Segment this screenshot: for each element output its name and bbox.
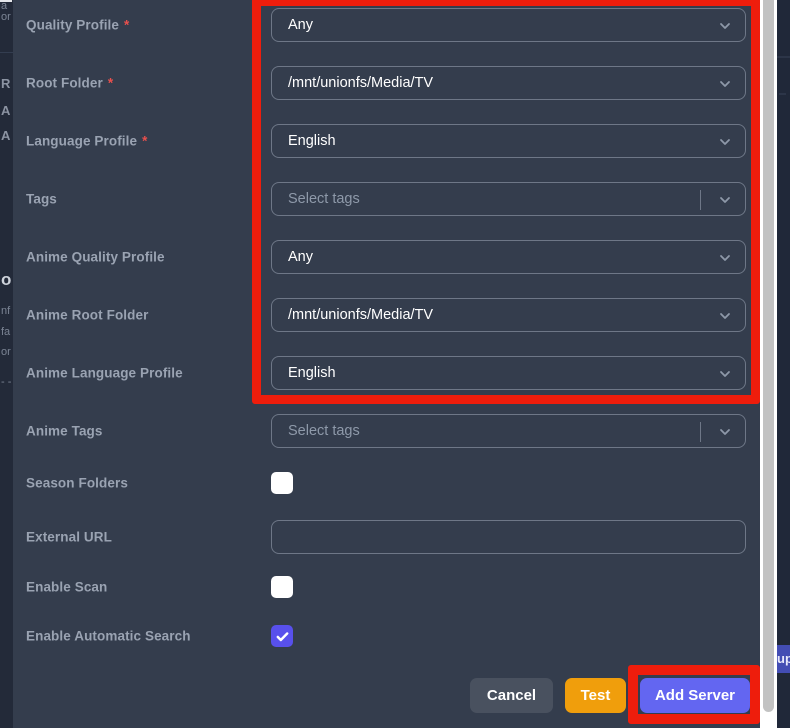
required-asterisk: * — [124, 17, 130, 33]
anime-root-folder-row: Anime Root Folder /mnt/unionfs/Media/TV — [13, 298, 760, 332]
scrollbar-track[interactable] — [760, 0, 777, 728]
background-text-fragment: o — [1, 270, 12, 289]
anime-quality-profile-value: Any — [288, 249, 313, 265]
anime-quality-profile-label: Anime Quality Profile — [26, 249, 165, 265]
scrollbar-thumb[interactable] — [763, 0, 774, 712]
enable-automatic-search-label: Enable Automatic Search — [26, 628, 191, 644]
background-divider — [0, 52, 13, 53]
background-text-fragment: A — [1, 128, 11, 143]
chevron-down-icon — [720, 255, 730, 261]
anime-quality-profile-row: Anime Quality Profile Any — [13, 240, 760, 274]
anime-quality-profile-select[interactable]: Any — [271, 240, 746, 274]
background-text-fragment: or — [1, 346, 11, 358]
enable-automatic-search-checkbox[interactable] — [271, 625, 293, 647]
root-folder-select[interactable]: /mnt/unionfs/Media/TV — [271, 66, 746, 100]
root-folder-label: Root Folder * — [26, 75, 114, 91]
cancel-button[interactable]: Cancel — [470, 678, 553, 713]
chevron-down-icon — [720, 197, 730, 203]
chevron-down-icon — [720, 23, 730, 29]
season-folders-checkbox[interactable] — [271, 472, 293, 494]
required-asterisk: * — [107, 75, 114, 91]
tags-label: Tags — [26, 191, 57, 207]
external-url-row: External URL — [13, 520, 760, 554]
add-sonarr-server-form: Quality Profile * Any Root Folder * /mnt/u… — [13, 0, 760, 728]
language-profile-label: Language Profile * — [26, 133, 148, 149]
enable-scan-checkbox[interactable] — [271, 576, 293, 598]
background-page-right-sliver: up — [777, 0, 790, 728]
anime-root-folder-select[interactable]: /mnt/unionfs/Media/TV — [271, 298, 746, 332]
test-button[interactable]: Test — [565, 678, 626, 713]
enable-scan-label: Enable Scan — [26, 579, 108, 595]
language-profile-value: English — [288, 133, 336, 149]
language-profile-row: Language Profile * English — [13, 124, 760, 158]
anime-language-profile-label: Anime Language Profile — [26, 365, 183, 381]
background-text-fragment: nf — [1, 305, 11, 317]
background-text-fragment: fa — [1, 326, 11, 338]
chevron-down-icon — [720, 429, 730, 435]
chevron-down-icon — [720, 139, 730, 145]
sonarr-settings-modal-screen: a or R A A o nf fa or - - Quality Profil… — [0, 0, 790, 728]
required-asterisk: * — [142, 133, 148, 149]
anime-tags-placeholder: Select tags — [288, 423, 360, 439]
tags-placeholder: Select tags — [288, 191, 360, 207]
add-server-button[interactable]: Add Server — [640, 678, 750, 713]
tags-multiselect[interactable]: Select tags — [271, 182, 746, 216]
quality-profile-value: Any — [288, 17, 313, 33]
anime-language-profile-select[interactable]: English — [271, 356, 746, 390]
anime-tags-multiselect[interactable]: Select tags — [271, 414, 746, 448]
background-button-fragment: up — [777, 645, 790, 673]
anime-language-profile-value: English — [288, 365, 336, 381]
background-text-fragment: R — [1, 76, 11, 91]
quality-profile-row: Quality Profile * Any — [13, 8, 760, 42]
language-profile-select[interactable]: English — [271, 124, 746, 158]
select-indicator-separator — [700, 422, 701, 442]
tags-row: Tags Select tags — [13, 182, 760, 216]
season-folders-label: Season Folders — [26, 475, 128, 491]
select-indicator-separator — [700, 190, 701, 210]
background-divider — [779, 93, 786, 95]
root-folder-value: /mnt/unionfs/Media/TV — [288, 75, 434, 91]
anime-tags-label: Anime Tags — [26, 423, 103, 439]
quality-profile-select[interactable]: Any — [271, 8, 746, 42]
background-page-left-sliver: a or R A A o nf fa or - - — [0, 0, 13, 728]
anime-language-profile-row: Anime Language Profile English — [13, 356, 760, 390]
chevron-down-icon — [720, 81, 730, 87]
enable-automatic-search-row: Enable Automatic Search — [13, 625, 760, 647]
chevron-down-icon — [720, 371, 730, 377]
external-url-label: External URL — [26, 529, 112, 545]
enable-scan-row: Enable Scan — [13, 576, 760, 598]
background-text-fragment: - - — [1, 376, 12, 388]
season-folders-row: Season Folders — [13, 472, 760, 494]
background-text-fragment: or — [1, 11, 11, 23]
root-folder-row: Root Folder * /mnt/unionfs/Media/TV — [13, 66, 760, 100]
anime-tags-row: Anime Tags Select tags — [13, 414, 760, 448]
anime-root-folder-value: /mnt/unionfs/Media/TV — [288, 307, 434, 323]
checkmark-icon — [276, 631, 288, 641]
background-divider — [777, 56, 790, 58]
quality-profile-label: Quality Profile * — [26, 17, 130, 33]
anime-root-folder-label: Anime Root Folder — [26, 307, 149, 323]
background-text-fragment: A — [1, 103, 11, 118]
chevron-down-icon — [720, 313, 730, 319]
external-url-input[interactable] — [271, 520, 746, 554]
